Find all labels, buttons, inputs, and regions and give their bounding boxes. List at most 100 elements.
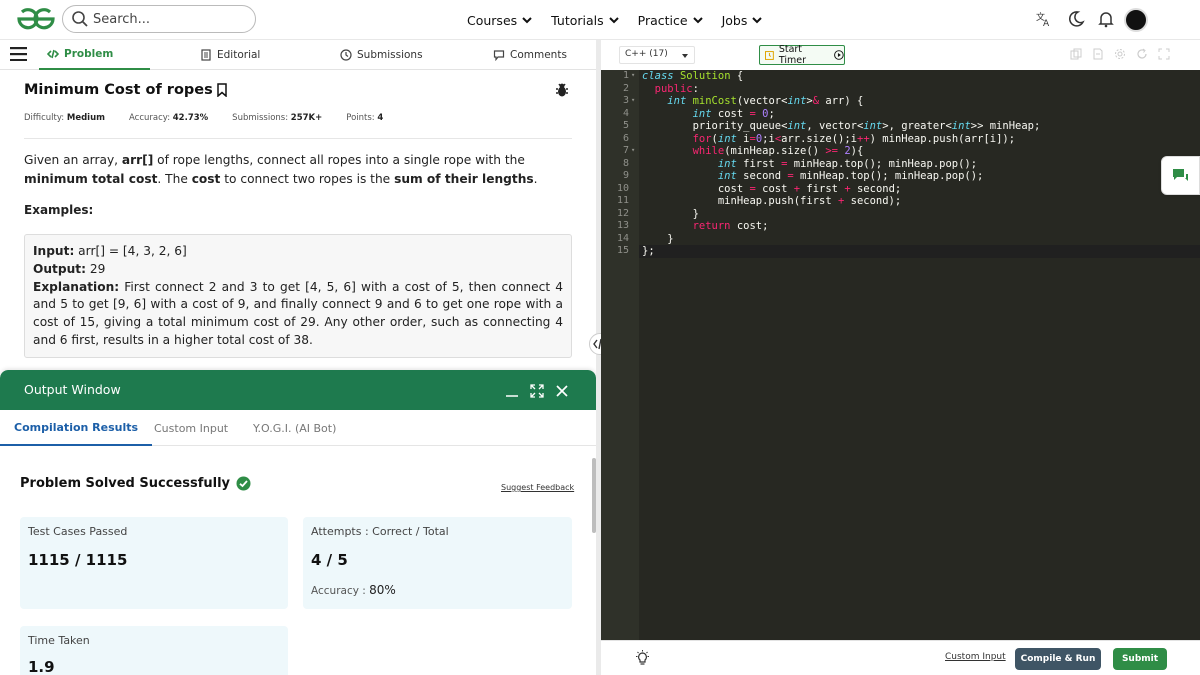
example-output: Output: 29 (33, 261, 563, 279)
output-window-header: Output Window (0, 370, 596, 410)
bell-icon[interactable] (1097, 10, 1115, 28)
tab-custom-input[interactable]: Custom Input (154, 410, 228, 446)
clock-icon (340, 49, 352, 61)
bug-report-icon[interactable] (554, 82, 570, 98)
input-label: Input: (33, 244, 75, 258)
comment-icon (493, 50, 505, 61)
search-box[interactable] (62, 5, 256, 33)
fold-arrow-icon[interactable]: ▾ (631, 146, 637, 154)
chevron-down-icon (522, 17, 532, 24)
output-value: 29 (85, 261, 106, 276)
chevron-down-icon (692, 17, 703, 24)
copy-icon[interactable] (1070, 48, 1082, 60)
difficulty-value: Medium (66, 113, 105, 123)
code-editor[interactable]: 1 2 3 4 5 6 7 8 9 10 11 12 13 14 15 ▾ ▾ … (601, 70, 1200, 640)
tab-comments[interactable]: Comments (493, 40, 567, 70)
nav-jobs[interactable]: Jobs (722, 13, 764, 28)
test-cases-value: 1115 / 1115 (28, 551, 128, 569)
output-tabs: Compilation Results Custom Input Y.O.G.I… (0, 410, 596, 446)
tab-compilation-results[interactable]: Compilation Results (0, 410, 153, 446)
problem-tabs: Problem Editorial Submissions Comments (0, 40, 596, 70)
code-text[interactable]: class Solution { public: int minCost(vec… (642, 70, 1040, 274)
expand-icon[interactable] (530, 384, 544, 398)
hamburger-menu-icon[interactable] (10, 47, 27, 61)
status-message: Problem Solved Successfully (20, 476, 251, 491)
language-value: C++ (17) (625, 49, 668, 59)
gfg-logo[interactable] (16, 8, 56, 30)
tab-problem-label: Problem (64, 48, 114, 60)
line-number: 15 (616, 245, 629, 256)
play-circle-icon (834, 50, 844, 60)
line-number: 2 (622, 82, 629, 94)
accuracy-value: 42.73% (172, 113, 209, 123)
line-number: 4 (622, 107, 629, 119)
example-explanation: Explanation: First connect 2 and 3 to ge… (33, 279, 563, 350)
example-input: Input: arr[] = [4, 3, 2, 6] (33, 243, 563, 261)
attempts-value: 4 / 5 (311, 551, 348, 569)
difficulty: Difficulty: Medium (24, 113, 105, 123)
settings-icon[interactable] (1114, 48, 1126, 60)
attempts-accuracy-label: Accuracy : (311, 585, 370, 597)
editor-bottom-bar: Custom Input Compile & Run Submit (601, 640, 1200, 675)
nav-jobs-label: Jobs (721, 12, 748, 28)
lightbulb-icon[interactable] (634, 650, 651, 667)
fold-arrow-icon[interactable]: ▾ (631, 96, 637, 104)
minimize-icon[interactable] (505, 384, 519, 398)
line-number: 9 (622, 170, 629, 181)
output-window: Output Window Compilation Results Custom… (0, 370, 596, 675)
tab-yogi-ai-bot[interactable]: Y.O.G.I. (AI Bot) (253, 410, 336, 446)
explanation-label: Explanation: (33, 279, 120, 294)
output-label: Output: (33, 261, 86, 276)
language-select[interactable]: C++ (17) (619, 46, 695, 64)
desc-bold: cost (191, 172, 221, 186)
desc-bold: arr[] (121, 153, 154, 167)
nav-practice[interactable]: Practice (638, 13, 704, 28)
editor-toolbar: C++ (17) Start Timer (601, 40, 1200, 70)
start-timer-label: Start Timer (778, 44, 806, 66)
nav-tutorials-label: Tutorials (551, 12, 604, 28)
close-icon[interactable] (555, 384, 569, 398)
submissions-count: Submissions: 257K+ (232, 113, 322, 123)
tab-problem[interactable]: Problem (39, 40, 150, 70)
attempts-accuracy-value: 80% (369, 583, 396, 597)
dark-mode-icon[interactable] (1067, 10, 1085, 28)
bookmark-icon[interactable] (216, 83, 228, 97)
chat-button[interactable] (1161, 156, 1200, 195)
output-window-title: Output Window (24, 382, 121, 397)
tab-editorial[interactable]: Editorial (200, 40, 260, 70)
search-input[interactable] (93, 9, 243, 29)
tab-submissions[interactable]: Submissions (340, 40, 423, 70)
nav-tutorials[interactable]: Tutorials (551, 13, 619, 28)
fold-arrow-icon[interactable]: ▾ (631, 71, 637, 79)
search-icon (72, 11, 88, 27)
file-icon[interactable] (1092, 48, 1104, 60)
suggest-feedback-link[interactable]: Suggest Feedback (501, 483, 574, 492)
attempts-label: Attempts : Correct / Total (311, 525, 449, 538)
tab-editorial-label: Editorial (217, 49, 261, 61)
document-icon (201, 49, 211, 61)
chat-icon (1172, 168, 1188, 181)
desc-text: to connect two ropes is the (220, 172, 395, 186)
submit-button[interactable]: Submit (1113, 648, 1167, 670)
caret-down-icon (682, 54, 688, 58)
line-number: 12 (616, 207, 629, 219)
translate-icon[interactable]: 文 A (1035, 10, 1053, 28)
problem-title-text: Minimum Cost of ropes (24, 82, 213, 98)
avatar[interactable] (1124, 8, 1148, 32)
start-timer-button[interactable]: Start Timer (759, 44, 845, 66)
code-icon (47, 49, 59, 59)
line-gutter: 1 2 3 4 5 6 7 8 9 10 11 12 13 14 15 ▾ ▾ … (601, 70, 639, 640)
custom-input-link[interactable]: Custom Input (945, 652, 1006, 662)
fullscreen-icon[interactable] (1158, 48, 1170, 60)
examples-heading: Examples: (24, 203, 94, 217)
status-text: Problem Solved Successfully (20, 476, 231, 491)
reset-icon[interactable] (1136, 48, 1148, 60)
test-cases-card: Test Cases Passed 1115 / 1115 (20, 517, 288, 609)
difficulty-label: Difficulty: (24, 113, 65, 123)
compile-run-button[interactable]: Compile & Run (1015, 648, 1101, 670)
nav-courses[interactable]: Courses (467, 13, 533, 28)
active-line-highlight (639, 245, 1200, 258)
line-number: 11 (616, 195, 629, 206)
line-number: 8 (622, 157, 629, 169)
line-number: 3 (622, 95, 629, 106)
